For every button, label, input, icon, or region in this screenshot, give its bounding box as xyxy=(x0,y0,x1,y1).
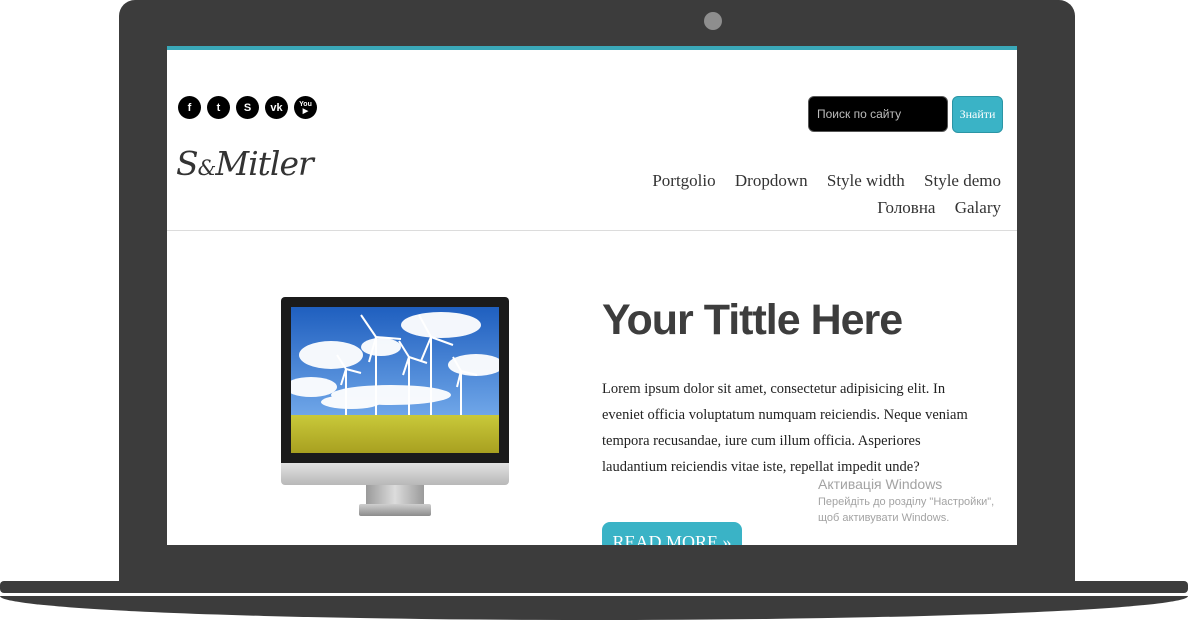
monitor-foot xyxy=(359,504,431,516)
monitor-illustration xyxy=(281,297,509,518)
header-divider xyxy=(167,230,1017,231)
facebook-icon[interactable]: f xyxy=(178,96,201,119)
browser-viewport: f t S vk You ▶ Знайти S&Mitler Portgolio… xyxy=(167,46,1017,545)
wind-turbines-image xyxy=(291,307,499,453)
monitor-chin xyxy=(281,463,509,485)
nav-item-style-demo[interactable]: Style demo xyxy=(924,167,1001,194)
vk-icon[interactable]: vk xyxy=(265,96,288,119)
read-more-button[interactable]: READ MORE » xyxy=(602,522,742,545)
activation-subtitle: Перейдіть до розділу "Настройки", щоб ак… xyxy=(818,496,995,524)
hero-body: Lorem ipsum dolor sit amet, consectetur … xyxy=(602,381,968,475)
main-nav: Portgolio Dropdown Style width Style dem… xyxy=(601,167,1001,221)
social-links: f t S vk You ▶ xyxy=(178,96,317,119)
youtube-icon-play: ▶ xyxy=(302,107,309,115)
youtube-icon[interactable]: You ▶ xyxy=(294,96,317,119)
logo-name: Mitler xyxy=(215,144,313,183)
nav-item-gallery[interactable]: Galary xyxy=(955,194,1001,221)
search-button[interactable]: Знайти xyxy=(952,96,1003,133)
twitter-icon[interactable]: t xyxy=(207,96,230,119)
laptop-base xyxy=(0,581,1188,593)
top-accent-bar xyxy=(167,46,1017,50)
nav-item-portfolio[interactable]: Portgolio xyxy=(652,167,715,194)
monitor-stand xyxy=(366,485,424,505)
search-input[interactable] xyxy=(808,96,948,132)
site-logo[interactable]: S&Mitler xyxy=(176,144,314,183)
activation-title: Активація Windows xyxy=(818,476,943,492)
logo-ampersand: & xyxy=(197,156,217,180)
webcam-icon xyxy=(704,12,722,30)
logo-letter: S xyxy=(176,144,199,183)
skype-icon[interactable]: S xyxy=(236,96,259,119)
nav-item-home[interactable]: Головна xyxy=(877,194,935,221)
nav-item-dropdown[interactable]: Dropdown xyxy=(735,167,808,194)
hero-title: Your Tittle Here xyxy=(602,296,903,344)
youtube-icon-text: You xyxy=(299,100,312,108)
laptop-base-bottom xyxy=(0,596,1188,620)
nav-item-style-width[interactable]: Style width xyxy=(827,167,905,194)
windows-activation-watermark: Активація Windows Перейдіть до розділу "… xyxy=(818,476,1008,526)
monitor-bezel xyxy=(281,297,509,463)
